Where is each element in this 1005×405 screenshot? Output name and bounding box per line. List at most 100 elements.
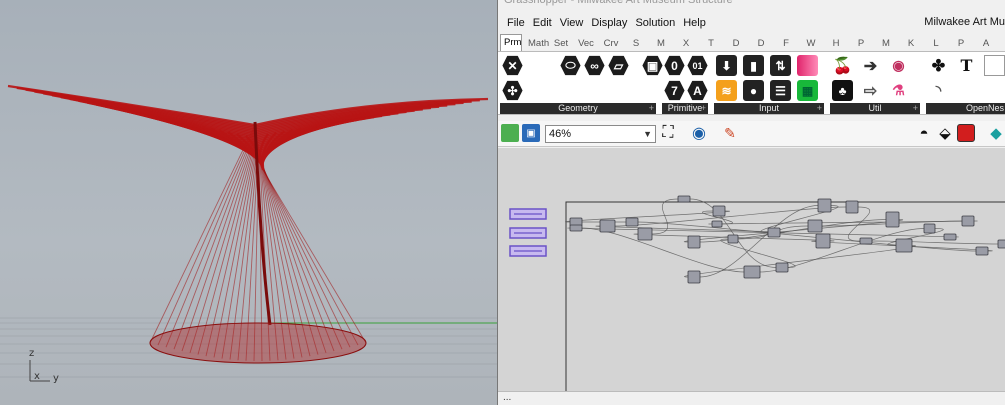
save-icon[interactable]: ▣ [522,124,540,142]
tab-m-6[interactable]: M [650,36,672,51]
component-node [997,239,1005,249]
support-line [157,126,256,346]
rhino-viewport[interactable]: z x y [0,0,497,405]
component-node [817,198,832,213]
tab-s-5[interactable]: S [625,36,647,51]
tab-prm-0[interactable]: Prm [500,34,522,51]
chevron-down-icon: ▼ [643,129,652,139]
component-node [895,238,913,253]
blank-icon[interactable] [984,55,1005,76]
circle-hex-icon[interactable]: 0 [664,55,685,76]
grasshopper-window: Grasshopper - Milwakee Art Museum Struct… [497,0,1005,405]
preview-icon[interactable]: ◓ [915,124,933,142]
zoom-select[interactable]: 46% ▼ [545,125,656,143]
tab-p-18[interactable]: P [950,36,972,51]
mesh-hex-icon[interactable]: ✣ [502,80,523,101]
tab-d-10[interactable]: D [750,36,772,51]
list-icon[interactable]: ☰ [770,80,791,101]
window-title: Grasshopper - Milwakee Art Museum Struct… [504,0,733,6]
component-node [767,227,781,238]
panel-label-util: Util [868,103,882,113]
chain-hex-icon[interactable]: ∞ [584,55,605,76]
panel-label-input: Input [758,103,780,113]
menu-help[interactable]: Help [681,17,712,29]
menu-edit[interactable]: Edit [531,17,558,29]
tab-f-11[interactable]: F [775,36,797,51]
cross-hex-icon[interactable]: ✕ [502,55,523,76]
matrix-icon[interactable]: ▦ [797,80,818,101]
component-node [961,215,975,227]
text-hex-icon[interactable]: A [687,80,708,101]
bake-icon[interactable]: ◆ [987,124,1005,142]
tab-set-2[interactable]: Set [550,36,572,51]
status-bar: ... [498,391,1005,405]
tab-vec-3[interactable]: Vec [575,36,597,51]
arrow-outline-icon[interactable]: ⇨ [860,80,881,101]
text-tool-icon[interactable]: T [956,55,977,76]
tab-crv-4[interactable]: Crv [600,36,622,51]
box-hex-icon[interactable]: ▣ [642,55,663,76]
flask-icon[interactable]: ⚗ [888,80,909,101]
gradient-icon[interactable] [797,55,818,76]
tab-k-16[interactable]: K [900,36,922,51]
component-node [815,233,831,249]
component-node [885,211,900,228]
support-line [189,133,257,354]
wire [565,210,730,223]
component-node [775,262,789,273]
panel-opennest: ✤ T ◝ OpenNes [926,54,1005,114]
group-frame [565,201,1005,393]
component-node [807,219,823,233]
mask-icon[interactable]: ◉ [888,55,909,76]
tab-math-1[interactable]: Math [525,36,549,51]
panel-primitive: 0 01 7 A Primitive + [662,54,708,114]
fan-icon[interactable]: ✤ [928,55,949,76]
tab-m-20[interactable]: M [1000,36,1005,51]
wire-preview-icon[interactable]: ⬙ [936,124,954,142]
tab-t-8[interactable]: T [700,36,722,51]
tree-icon[interactable]: ♣ [832,80,853,101]
status-text: ... [503,392,512,403]
tab-x-7[interactable]: X [675,36,697,51]
binary-hex-icon[interactable]: 01 [687,55,708,76]
ellipse-hex-icon[interactable]: ⬭ [560,55,581,76]
tab-m-15[interactable]: M [875,36,897,51]
panel-input: ⬇ ▮ ⇅ ≋ ● ☰ ▦ Input + [714,54,824,114]
panel-geometry: ✕ ⬭ ∞ ▱ ▣ ✣ Geometry + [500,54,663,114]
wire [581,227,745,273]
tab-h-13[interactable]: H [825,36,847,51]
component-node [637,227,653,241]
arrow-right-icon[interactable]: ➔ [860,55,881,76]
menu-display[interactable]: Display [589,17,633,29]
component-node [711,220,723,228]
tab-p-14[interactable]: P [850,36,872,51]
toggle-icon[interactable]: ▮ [743,55,764,76]
component-tabs: PrmMathSetVecCrvSMXTDDFWHPMKLPAM [498,34,1005,51]
graph-icon[interactable]: ≋ [716,80,737,101]
sketch-icon[interactable]: ✎ [721,124,739,142]
signal-icon[interactable]: ◝ [928,80,949,101]
document-name[interactable]: Milwakee Art Mu [924,16,1005,28]
zoom-extents-icon[interactable]: ⛶ [659,124,677,142]
tab-l-17[interactable]: L [925,36,947,51]
eye-icon[interactable]: ◉ [690,124,708,142]
component-node [677,195,691,203]
download-icon[interactable]: ⬇ [716,55,737,76]
tab-w-12[interactable]: W [800,36,822,51]
menu-file[interactable]: File [505,17,531,29]
component-node [923,223,936,234]
support-line [261,164,343,350]
open-folder-icon[interactable] [501,124,519,142]
slider-icon[interactable]: ⇅ [770,55,791,76]
tab-d-9[interactable]: D [725,36,747,51]
component-node [943,233,957,241]
button-icon[interactable]: ● [743,80,764,101]
menu-solution[interactable]: Solution [633,17,681,29]
component-node [859,237,873,245]
cherries-icon[interactable]: 🍒 [832,55,853,76]
menu-view[interactable]: View [558,17,590,29]
number-hex-icon[interactable]: 7 [664,80,685,101]
tab-a-19[interactable]: A [975,36,997,51]
shaded-preview-icon[interactable] [957,124,975,142]
grasshopper-canvas[interactable] [498,148,1005,394]
